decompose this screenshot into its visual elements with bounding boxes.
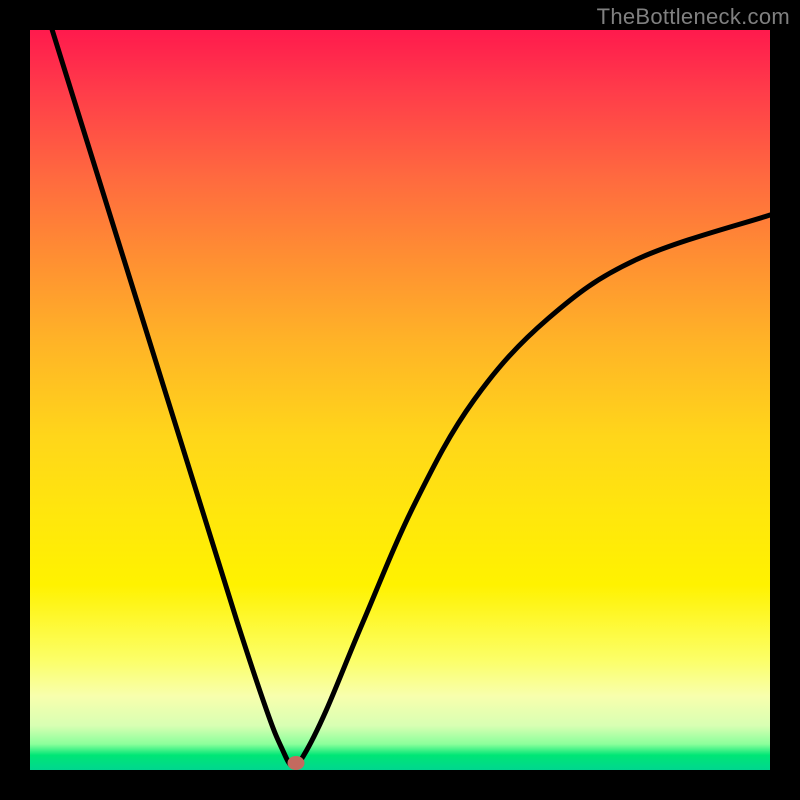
plot-area <box>30 30 770 770</box>
bottleneck-curve <box>30 30 770 770</box>
optimal-point-marker <box>288 756 305 770</box>
chart-frame: TheBottleneck.com <box>0 0 800 800</box>
watermark-text: TheBottleneck.com <box>597 4 790 30</box>
